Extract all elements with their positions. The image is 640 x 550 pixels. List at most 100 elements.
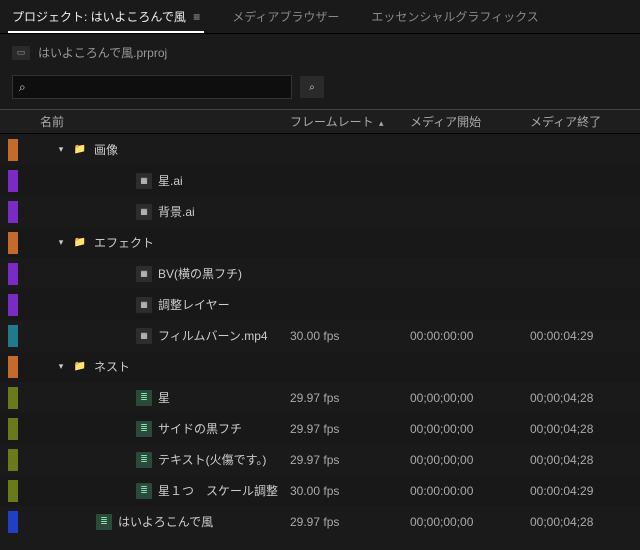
media-start-cell: 00;00;00;00 — [410, 515, 530, 529]
item-label: フィルムバーン.mp4 — [158, 327, 268, 344]
column-header-media-end[interactable]: メディア終了 — [530, 113, 630, 130]
column-header-name[interactable]: 名前 — [30, 113, 290, 130]
folder-icon: 📁 — [72, 142, 88, 158]
color-swatch — [8, 387, 18, 409]
table-row[interactable]: ▦ 背景.ai — [0, 196, 640, 227]
file-icon: ▦ — [136, 266, 152, 282]
media-end-cell: 00;00;04;28 — [530, 515, 630, 529]
media-start-cell: 00;00;00;00 — [410, 453, 530, 467]
search-text-input[interactable] — [32, 80, 285, 95]
name-cell: ≣ テキスト(火傷です。) — [30, 451, 290, 468]
item-label: 背景.ai — [158, 203, 195, 220]
media-end-cell: 00;00;04;28 — [530, 422, 630, 436]
seq-icon: ≣ — [136, 452, 152, 468]
file-icon: ▦ — [136, 328, 152, 344]
column-header-media-start[interactable]: メディア開始 — [410, 113, 530, 130]
name-cell: ▦ 星.ai — [30, 172, 290, 189]
project-file-row: ▭ はいよころんで風.prproj — [0, 34, 640, 71]
column-header-framerate[interactable]: フレームレート ▴ — [290, 113, 410, 130]
framerate-cell: 30.00 fps — [290, 329, 410, 343]
name-cell: ▦ BV(横の黒フチ) — [30, 265, 290, 282]
new-bin-button[interactable]: ⌕ — [300, 76, 324, 98]
name-cell: ▦調整レイヤー — [30, 296, 290, 313]
name-cell: ≣星 — [30, 389, 290, 406]
framerate-cell: 29.97 fps — [290, 391, 410, 405]
name-cell: ▾📁ネスト — [30, 358, 290, 375]
column-header-row: 名前 フレームレート ▴ メディア開始 メディア終了 — [0, 110, 640, 134]
item-label: テキスト(火傷です。) — [158, 451, 266, 468]
color-swatch — [8, 325, 18, 347]
item-label: 星.ai — [158, 172, 183, 189]
table-row[interactable]: ▦ BV(横の黒フチ) — [0, 258, 640, 289]
table-row[interactable]: ▾📁エフェクト — [0, 227, 640, 258]
item-label: 画像 — [94, 141, 118, 158]
item-label: ネスト — [94, 358, 130, 375]
file-icon: ▦ — [136, 173, 152, 189]
media-start-cell: 00;00;00;00 — [410, 391, 530, 405]
color-swatch — [8, 263, 18, 285]
media-start-cell: 00:00:00:00 — [410, 329, 530, 343]
search-icon: ⌕ — [19, 80, 26, 95]
color-swatch — [8, 232, 18, 254]
color-swatch — [8, 201, 18, 223]
item-label: エフェクト — [94, 234, 154, 251]
table-row[interactable]: ▦ フィルムバーン.mp4 30.00 fps00:00:00:0000:00:04… — [0, 320, 640, 351]
color-swatch — [8, 480, 18, 502]
color-swatch — [8, 356, 18, 378]
tab-project[interactable]: プロジェクト: はいよころんで風 ≡ — [8, 2, 204, 33]
name-cell: ≣ 星１つ スケール調整 — [30, 482, 290, 499]
panel-tabs: プロジェクト: はいよころんで風 ≡ メディアブラウザー エッセンシャルグラフィ… — [0, 0, 640, 34]
item-label: サイドの黒フチ — [158, 420, 242, 437]
color-swatch — [8, 294, 18, 316]
project-file-icon: ▭ — [12, 46, 30, 60]
seq-icon: ≣ — [136, 483, 152, 499]
project-panel: 名前 フレームレート ▴ メディア開始 メディア終了 ▾ 📁 画像 ▦ 星.ai ▦ 背景.… — [0, 109, 640, 537]
media-start-cell: 00;00;00;00 — [410, 422, 530, 436]
framerate-cell: 29.97 fps — [290, 422, 410, 436]
media-end-cell: 00:00:04:29 — [530, 484, 630, 498]
color-swatch — [8, 511, 18, 533]
framerate-cell: 29.97 fps — [290, 453, 410, 467]
name-cell: ▾📁エフェクト — [30, 234, 290, 251]
table-row[interactable]: ▦調整レイヤー — [0, 289, 640, 320]
name-cell: ≣ サイドの黒フチ — [30, 420, 290, 437]
tab-project-label: プロジェクト: はいよころんで風 — [12, 10, 186, 24]
rows-container: ▾📁画像▦星.ai▦背景.ai▾📁エフェクト▦BV(横の黒フチ)▦調整レイヤー▦… — [0, 134, 640, 537]
table-row[interactable]: ▦ 星.ai — [0, 165, 640, 196]
panel-menu-icon[interactable]: ≡ — [193, 10, 200, 24]
sort-caret-icon: ▴ — [379, 118, 384, 128]
seq-icon: ≣ — [96, 514, 112, 530]
new-bin-icon: ⌕ — [309, 82, 315, 93]
table-row[interactable]: ≣ サイドの黒フチ 29.97 fps00;00;00;0000;00;04;28 — [0, 413, 640, 444]
item-label: 星 — [158, 389, 170, 406]
file-icon: ▦ — [136, 297, 152, 313]
media-start-cell: 00:00:00:00 — [410, 484, 530, 498]
item-label: BV(横の黒フチ) — [158, 265, 242, 282]
seq-icon: ≣ — [136, 421, 152, 437]
framerate-cell: 30.00 fps — [290, 484, 410, 498]
table-row[interactable]: ≣ 星１つ スケール調整 30.00 fps00:00:00:0000:00:04:… — [0, 475, 640, 506]
expand-caret-icon[interactable]: ▾ — [56, 361, 66, 372]
color-swatch — [8, 139, 18, 161]
color-swatch — [8, 449, 18, 471]
tab-media-browser[interactable]: メディアブラウザー — [228, 2, 343, 33]
expand-caret-icon[interactable]: ▾ — [56, 237, 66, 248]
search-row: ⌕ ⌕ — [0, 71, 640, 109]
table-row[interactable]: ≣ はいよろこんで風 29.97 fps00;00;00;0000;00;04;28 — [0, 506, 640, 537]
search-input[interactable]: ⌕ — [12, 75, 292, 99]
project-file-name: はいよころんで風.prproj — [38, 44, 167, 61]
name-cell: ≣ はいよろこんで風 — [30, 513, 290, 530]
framerate-cell: 29.97 fps — [290, 515, 410, 529]
table-row[interactable]: ▾ 📁 画像 — [0, 134, 640, 165]
seq-icon: ≣ — [136, 390, 152, 406]
table-row[interactable]: ▾📁ネスト — [0, 351, 640, 382]
table-row[interactable]: ≣星29.97 fps00;00;00;0000;00;04;28 — [0, 382, 640, 413]
media-end-cell: 00;00;04;28 — [530, 391, 630, 405]
expand-caret-icon[interactable]: ▾ — [56, 144, 66, 155]
tab-essential-graphics[interactable]: エッセンシャルグラフィックス — [367, 2, 542, 33]
file-icon: ▦ — [136, 204, 152, 220]
table-row[interactable]: ≣テキスト(火傷です。)29.97 fps00;00;00;0000;00;04… — [0, 444, 640, 475]
media-end-cell: 00:00:04:29 — [530, 329, 630, 343]
item-label: はいよろこんで風 — [118, 513, 213, 530]
item-label: 星１つ スケール調整 — [158, 482, 278, 499]
